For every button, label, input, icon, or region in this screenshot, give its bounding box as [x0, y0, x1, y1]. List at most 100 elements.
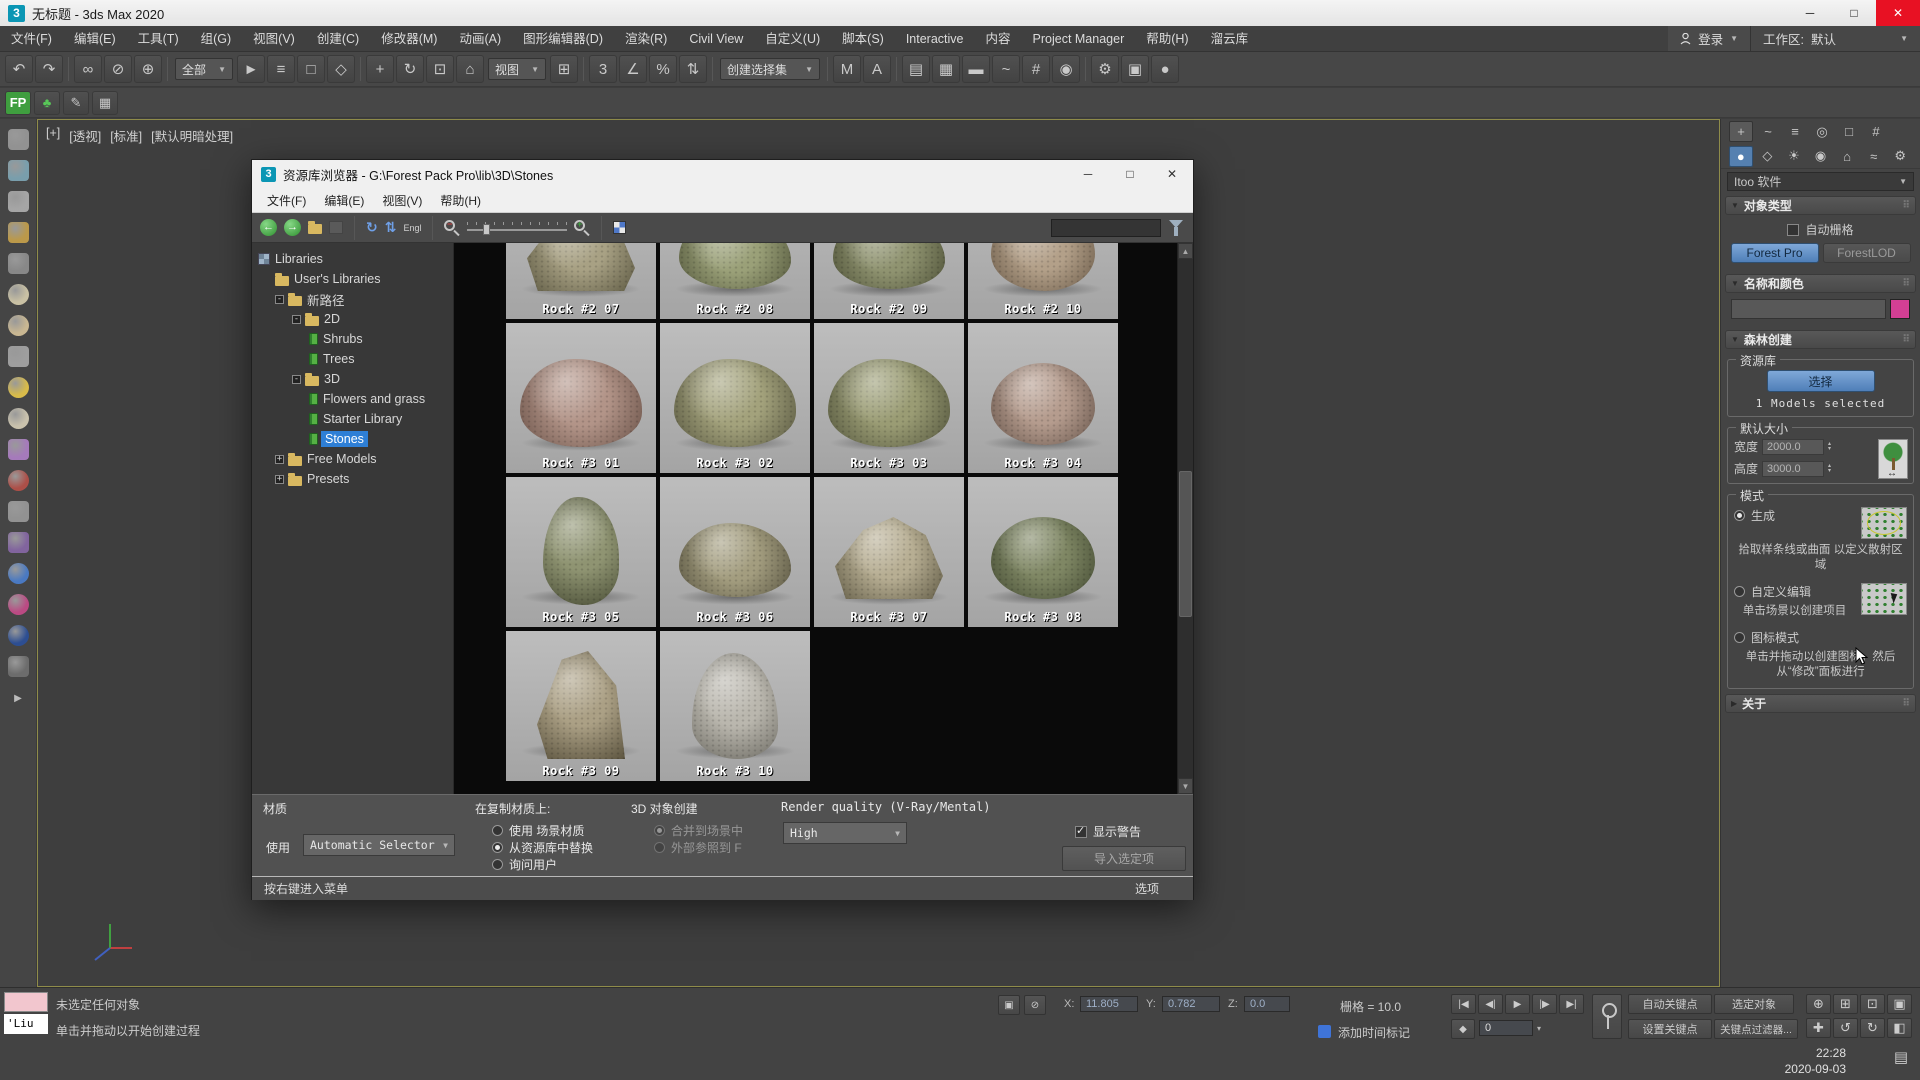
motion-tab-icon[interactable]: ◎ [1810, 121, 1834, 142]
asset-thumbnail[interactable]: Rock #2 09 [814, 243, 964, 319]
forest-tools-icon[interactable]: ✎ [63, 91, 89, 115]
menu-customize[interactable]: 自定义(U) [754, 26, 831, 52]
language-label[interactable]: Engl [403, 223, 421, 233]
dialog-menu-help[interactable]: 帮助(H) [431, 192, 490, 209]
viewport-pov-label[interactable]: [透视] [69, 126, 101, 145]
z-coordinate-field[interactable]: 0.0 [1244, 996, 1290, 1012]
asset-thumbnail[interactable]: Rock #2 07 [506, 243, 656, 319]
pan-icon[interactable]: ✚ [1806, 1018, 1831, 1038]
width-field[interactable]: 2000.0 [1762, 439, 1824, 455]
thumbnail-size-slider[interactable] [467, 220, 567, 236]
viewport-menu[interactable]: [+] [46, 126, 60, 145]
back-icon[interactable]: ← [260, 219, 277, 236]
tree-item[interactable]: Trees [252, 349, 453, 369]
asset-thumbnail[interactable]: Rock #2 08 [660, 243, 810, 319]
menu-file[interactable]: 文件(F) [0, 26, 63, 52]
rollout-name-color[interactable]: ▼ 名称和颜色 ⠿ [1725, 274, 1916, 293]
cameras-category-icon[interactable]: ◉ [1809, 146, 1833, 167]
systems-category-icon[interactable]: ⚙ [1888, 146, 1912, 167]
scene-explorer-icon[interactable]: ▤ [902, 55, 930, 83]
dialog-options-link[interactable]: 选项 [1135, 880, 1181, 897]
asset-thumbnail[interactable]: Rock #3 05 [506, 477, 656, 627]
left-tool-scatter[interactable] [8, 439, 29, 460]
menu-content[interactable]: 内容 [975, 26, 1022, 52]
asset-thumbnail[interactable]: Rock #3 03 [814, 323, 964, 473]
hierarchy-tab-icon[interactable]: ≡ [1783, 121, 1807, 142]
tray-notification-icon[interactable]: ▤ [1894, 1048, 1908, 1066]
scrollbar-thumb[interactable] [1179, 471, 1192, 617]
zoom-in-icon[interactable]: + [574, 220, 590, 236]
forest-lod-button[interactable]: ForestLOD [1823, 243, 1911, 263]
left-tool-sun[interactable] [8, 377, 29, 398]
macro-recorder-field[interactable] [4, 992, 48, 1012]
orbit-icon[interactable]: ↺ [1833, 1018, 1858, 1038]
transport-button-4[interactable]: ▶| [1559, 994, 1584, 1014]
tree-item[interactable]: -新路径 [252, 289, 453, 309]
key-mode-toggle[interactable]: ◆ [1451, 1019, 1475, 1039]
key-filters-button[interactable]: 关键点过滤器... [1714, 1019, 1798, 1039]
refresh-icon[interactable]: ↻ [366, 219, 378, 236]
maximize-viewport-icon[interactable]: ◧ [1887, 1018, 1912, 1038]
left-tool-gold[interactable] [8, 222, 29, 243]
dialog-close-button[interactable]: ✕ [1151, 160, 1193, 188]
menu-modifiers[interactable]: 修改器(M) [370, 26, 448, 52]
menu-graph-editors[interactable]: 图形编辑器(D) [512, 26, 614, 52]
transport-button-1[interactable]: ◀| [1478, 994, 1503, 1014]
add-time-tag[interactable]: 添加时间标记 [1338, 1024, 1410, 1041]
mode-radio-2[interactable] [1734, 632, 1745, 643]
folder-up-icon[interactable] [308, 224, 322, 234]
mode-radio-1[interactable] [1734, 586, 1745, 597]
workspace-selector[interactable]: 工作区: 默认 ▼ [1750, 26, 1920, 51]
left-tool-purple[interactable] [8, 532, 29, 553]
plugin-category-dropdown[interactable]: Itoo 软件 ▼ [1727, 172, 1914, 191]
forest-tree-icon[interactable]: ♣ [34, 91, 60, 115]
asset-thumbnail[interactable]: Rock #3 01 [506, 323, 656, 473]
left-tool-cream[interactable] [8, 284, 29, 305]
tree-item[interactable]: Stones [252, 429, 453, 449]
left-tool-pointer[interactable] [8, 129, 29, 150]
radio-icon[interactable] [492, 842, 503, 853]
menu-scripting[interactable]: 脚本(S) [831, 26, 895, 52]
radio-icon[interactable] [492, 859, 503, 870]
mirror-icon[interactable]: M [833, 55, 861, 83]
login-button[interactable]: 登录 ▼ [1668, 26, 1750, 51]
selection-lock-icon[interactable]: ⊘ [1024, 995, 1046, 1015]
render-quality-dropdown[interactable]: High ▼ [783, 822, 907, 844]
forest-list-icon[interactable]: ▦ [92, 91, 118, 115]
geometry-category-icon[interactable]: ● [1729, 146, 1753, 167]
rollout-about[interactable]: ▶ 关于 ⠿ [1725, 694, 1916, 713]
selection-filter-dropdown[interactable]: 全部▼ [175, 58, 233, 80]
tree-item[interactable]: -3D [252, 369, 453, 389]
import-selected-button[interactable]: 导入选定项 [1062, 846, 1186, 871]
dialog-maximize-button[interactable]: □ [1109, 160, 1151, 188]
menu-edit[interactable]: 编辑(E) [63, 26, 127, 52]
tree-item[interactable]: User's Libraries [252, 269, 453, 289]
select-and-scale-icon[interactable]: ⊡ [426, 55, 454, 83]
dialog-menu-file[interactable]: 文件(F) [258, 192, 315, 209]
material-editor-icon[interactable]: ◉ [1052, 55, 1080, 83]
helpers-category-icon[interactable]: ⌂ [1835, 146, 1859, 167]
left-tool-sphere[interactable] [8, 408, 29, 429]
maximize-button[interactable]: □ [1832, 0, 1876, 26]
left-tool-red[interactable] [8, 470, 29, 491]
left-tool-slab[interactable] [8, 656, 29, 677]
asset-thumbnail[interactable]: Rock #3 04 [968, 323, 1118, 473]
y-coordinate-field[interactable]: 0.782 [1162, 996, 1220, 1012]
left-tool-axe[interactable] [8, 501, 29, 522]
menu-group[interactable]: 组(G) [190, 26, 243, 52]
tree-expand-icon[interactable]: - [275, 295, 284, 304]
dialog-minimize-button[interactable]: ─ [1067, 160, 1109, 188]
asset-thumbnail[interactable]: Rock #3 09 [506, 631, 656, 781]
select-by-name-icon[interactable]: ≡ [267, 55, 295, 83]
material-selector-dropdown[interactable]: Automatic Selector ▼ [303, 834, 455, 856]
utilities-tab-icon[interactable]: # [1864, 121, 1888, 142]
rectangular-selection-icon[interactable]: □ [297, 55, 325, 83]
tree-item[interactable]: +Free Models [252, 449, 453, 469]
object-name-field[interactable] [1731, 299, 1886, 319]
rendered-frame-icon[interactable]: ▣ [1121, 55, 1149, 83]
menu-tools[interactable]: 工具(T) [127, 26, 190, 52]
reference-coordinate-dropdown[interactable]: 视图▼ [488, 58, 546, 80]
menu-help[interactable]: 帮助(H) [1135, 26, 1199, 52]
space-warps-category-icon[interactable]: ≈ [1862, 146, 1886, 167]
asset-thumbnail[interactable]: Rock #3 10 [660, 631, 810, 781]
